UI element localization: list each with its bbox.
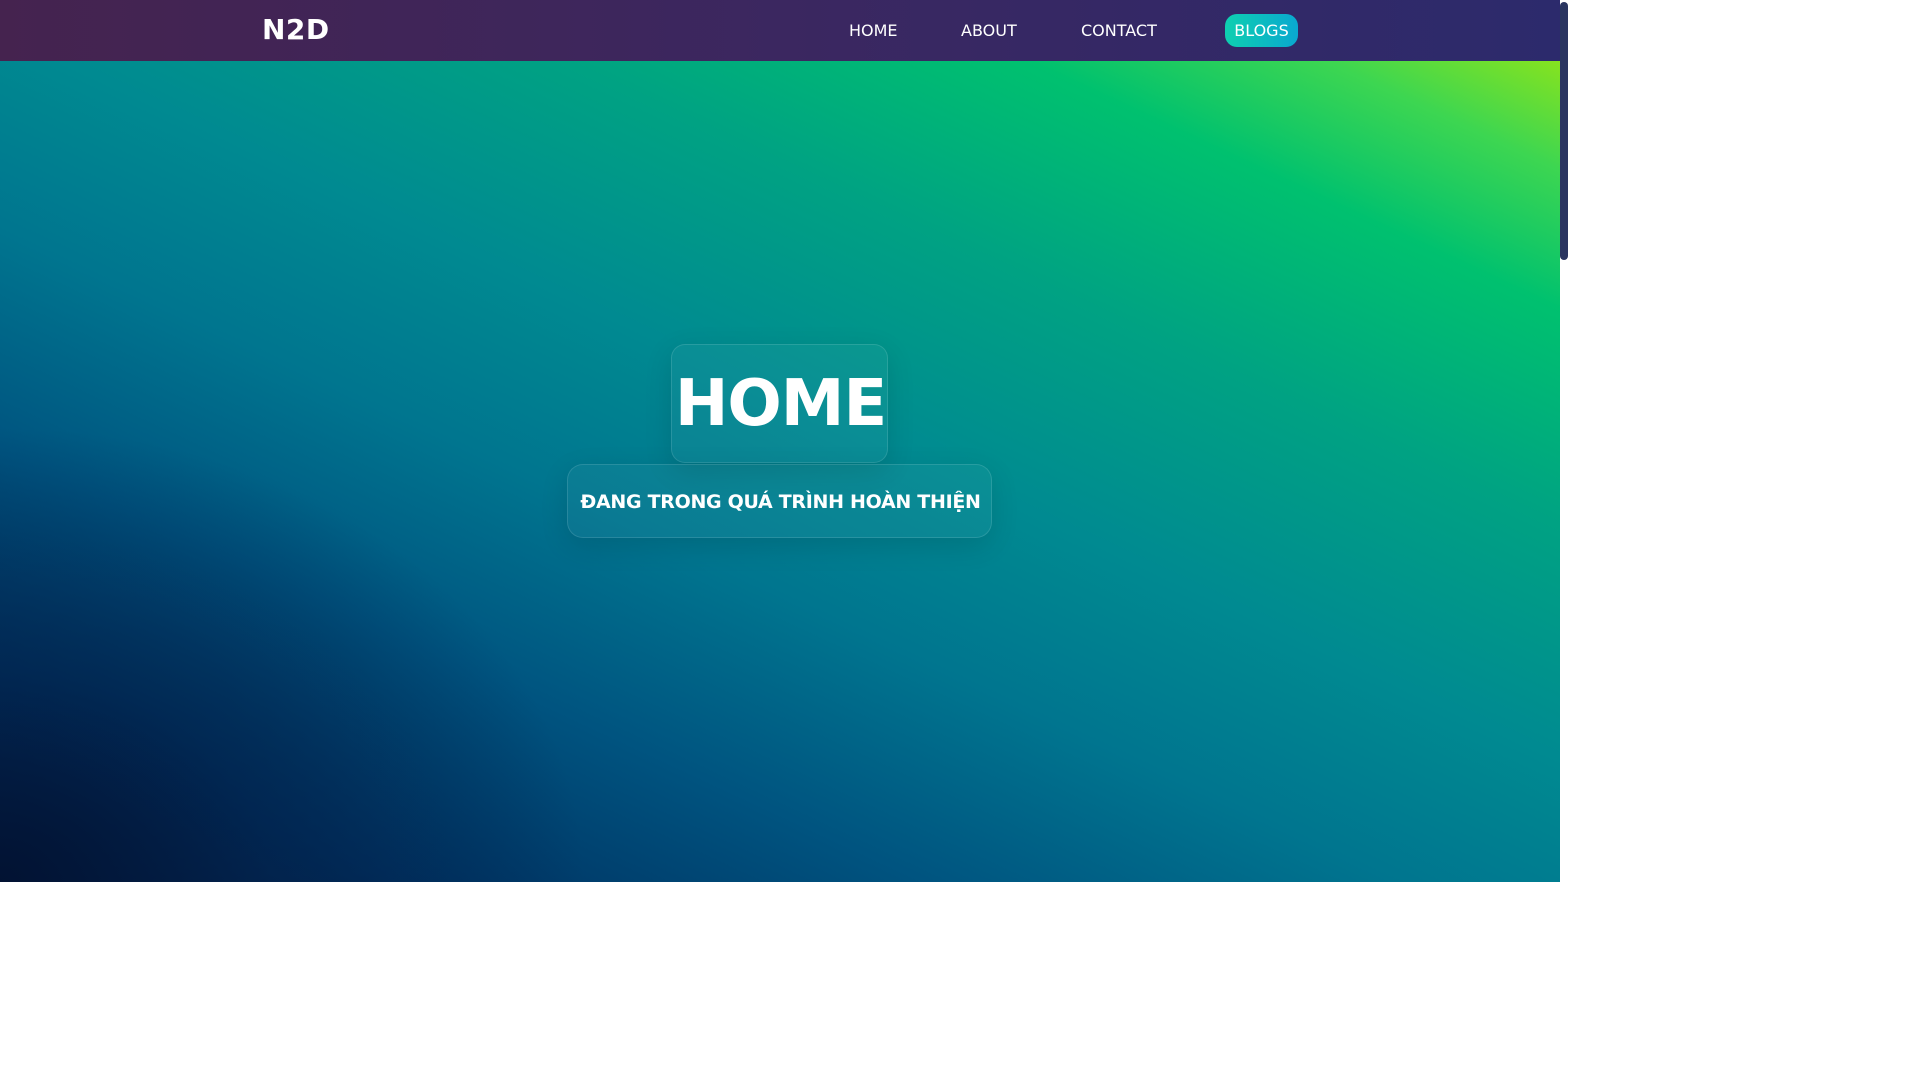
blogs-button[interactable]: BLOGS — [1225, 14, 1298, 47]
nav-link-home[interactable]: HOME — [849, 20, 898, 42]
hero-title-card: HOME — [671, 344, 888, 463]
hero-title: HOME — [674, 367, 887, 441]
site-logo[interactable]: N2D — [262, 13, 330, 47]
nav-link-contact[interactable]: CONTACT — [1081, 20, 1157, 42]
page: N2D HOME ABOUT CONTACT BLOGS HOME ĐANG T… — [0, 0, 1568, 882]
hero-subtitle: ĐANG TRONG QUÁ TRÌNH HOÀN THIỆN — [580, 491, 981, 513]
hero-subtitle-card: ĐANG TRONG QUÁ TRÌNH HOÀN THIỆN — [567, 464, 992, 538]
navbar: N2D HOME ABOUT CONTACT BLOGS — [0, 0, 1568, 61]
scrollbar-thumb[interactable] — [1560, 2, 1568, 260]
nav-link-about[interactable]: ABOUT — [961, 20, 1017, 42]
